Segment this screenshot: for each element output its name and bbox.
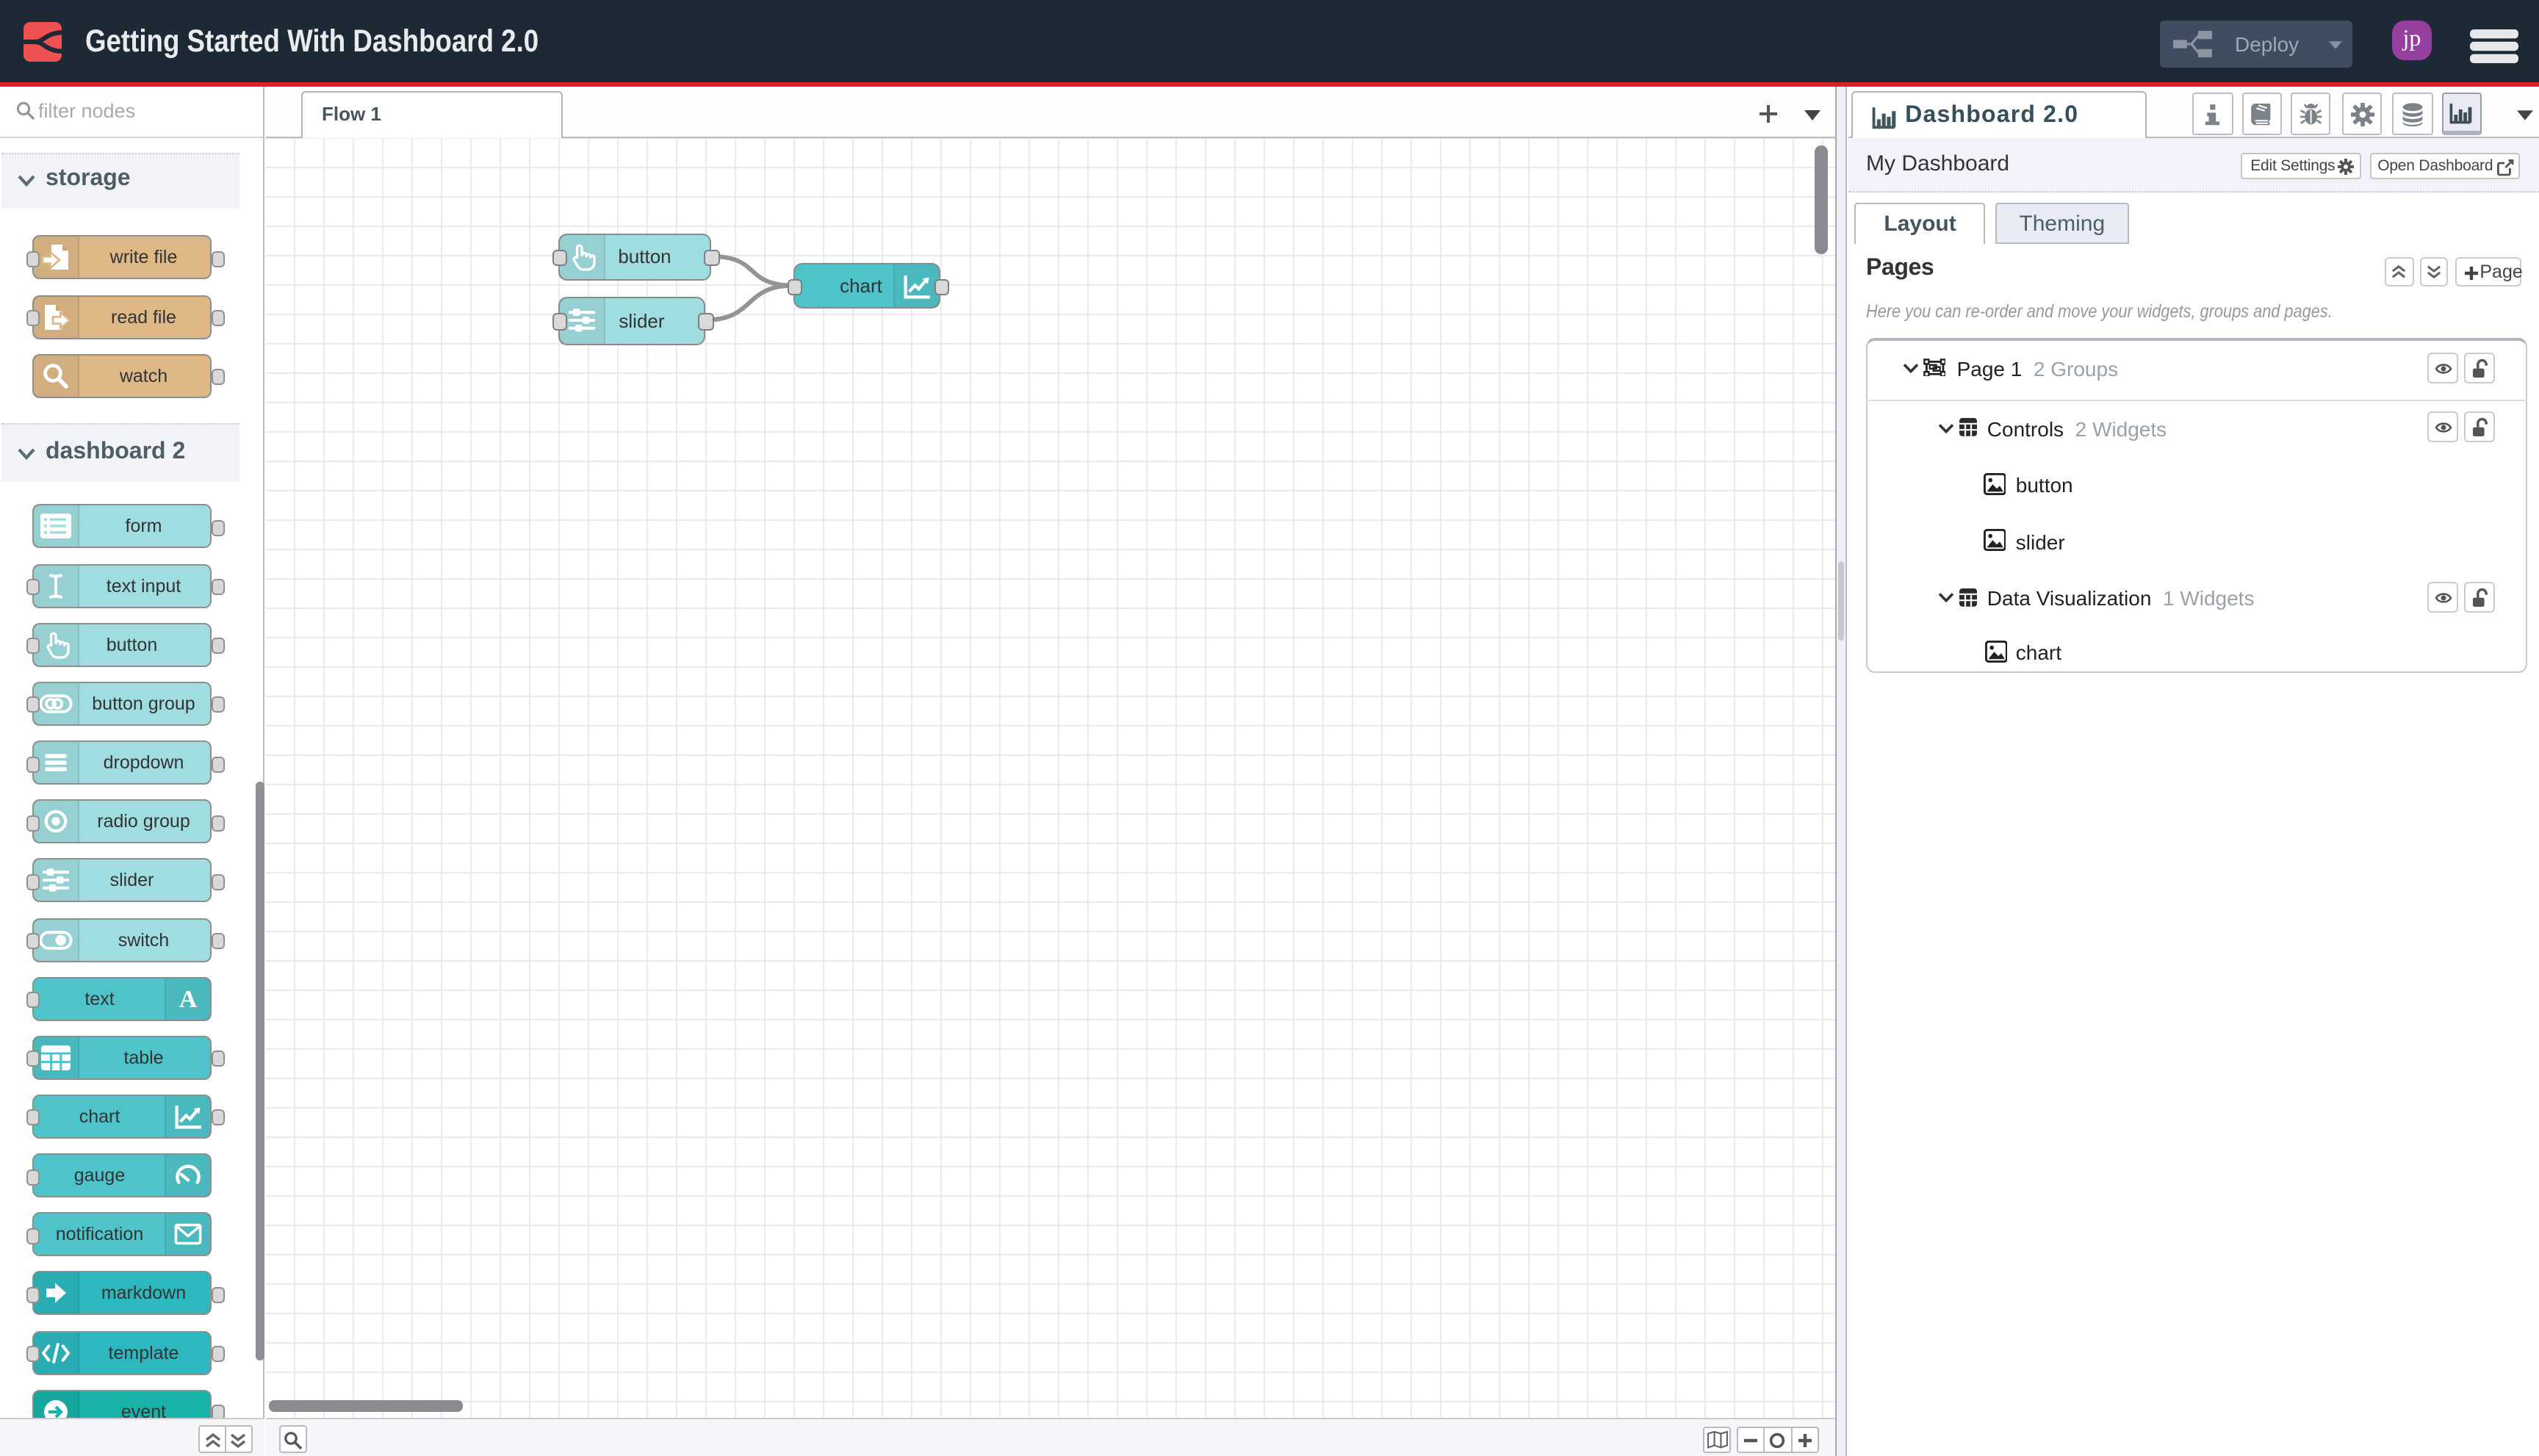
svg-text:A: A (179, 985, 197, 1012)
